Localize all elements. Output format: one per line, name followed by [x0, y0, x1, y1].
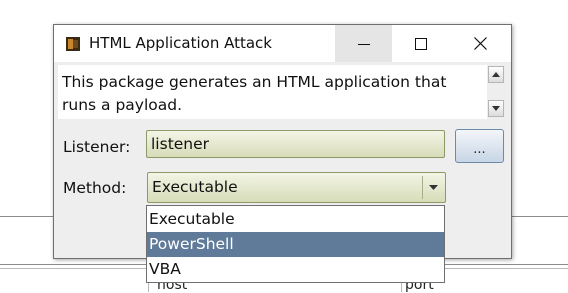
minimize-button[interactable]	[335, 25, 392, 62]
triangle-down-icon	[492, 106, 500, 111]
method-option-executable[interactable]: Executable	[147, 207, 444, 232]
method-dropdown-list: Executable PowerShell VBA	[146, 205, 445, 283]
window-title: HTML Application Attack	[89, 34, 272, 52]
method-label: Method:	[63, 179, 127, 197]
method-option-vba[interactable]: VBA	[147, 257, 444, 282]
listener-label: Listener:	[63, 138, 131, 156]
triangle-up-icon	[492, 72, 500, 77]
maximize-icon	[414, 37, 427, 50]
title-bar[interactable]: HTML Application Attack	[54, 25, 511, 62]
dropdown-arrow-button[interactable]	[422, 176, 443, 199]
chevron-down-icon	[428, 185, 438, 190]
description-scrollbar[interactable]	[487, 65, 506, 119]
listener-field[interactable]: listener	[146, 130, 445, 158]
scroll-down-button[interactable]	[488, 100, 504, 117]
method-selected-value: Executable	[152, 178, 238, 196]
method-select[interactable]: Executable	[147, 172, 446, 203]
minimize-icon	[357, 43, 370, 45]
description-area: This package generates an HTML applicati…	[58, 65, 487, 119]
scroll-up-button[interactable]	[488, 66, 504, 83]
browse-listener-button[interactable]: ...	[455, 129, 504, 163]
maximize-button[interactable]	[392, 25, 449, 62]
close-button[interactable]	[452, 25, 509, 62]
method-option-powershell[interactable]: PowerShell	[147, 232, 444, 257]
close-icon	[474, 37, 487, 50]
app-icon	[66, 36, 80, 51]
description-text: This package generates an HTML applicati…	[62, 73, 447, 114]
